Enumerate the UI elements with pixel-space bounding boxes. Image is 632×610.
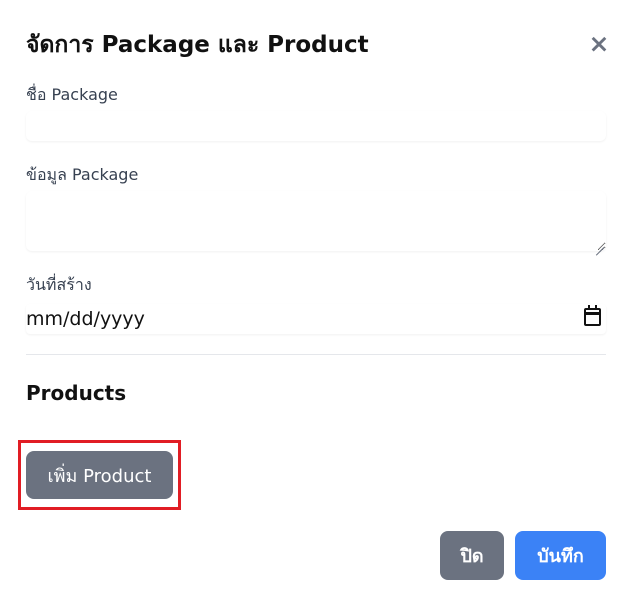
package-name-input[interactable] bbox=[26, 111, 606, 141]
divider bbox=[26, 354, 606, 355]
save-button[interactable]: บันทึก bbox=[515, 531, 606, 580]
date-placeholder: mm/dd/yyyy bbox=[26, 308, 145, 330]
package-product-modal: จัดการ Package และ Product × ชื่อ Packag… bbox=[0, 0, 632, 610]
resize-handle-icon[interactable] bbox=[594, 238, 604, 248]
close-icon[interactable]: × bbox=[587, 31, 611, 57]
close-button[interactable]: ปิด bbox=[440, 531, 504, 580]
created-date-label: วันที่สร้าง bbox=[26, 275, 92, 294]
package-info-label: ข้อมูล Package bbox=[26, 165, 139, 184]
calendar-icon[interactable] bbox=[584, 305, 601, 326]
created-date-input[interactable]: mm/dd/yyyy bbox=[26, 304, 606, 334]
package-name-label: ชื่อ Package bbox=[26, 85, 118, 104]
add-product-button[interactable]: เพิ่ม Product bbox=[26, 451, 173, 499]
package-info-textarea[interactable] bbox=[26, 191, 606, 251]
modal-title: จัดการ Package และ Product bbox=[26, 32, 369, 58]
products-title: Products bbox=[26, 381, 127, 405]
